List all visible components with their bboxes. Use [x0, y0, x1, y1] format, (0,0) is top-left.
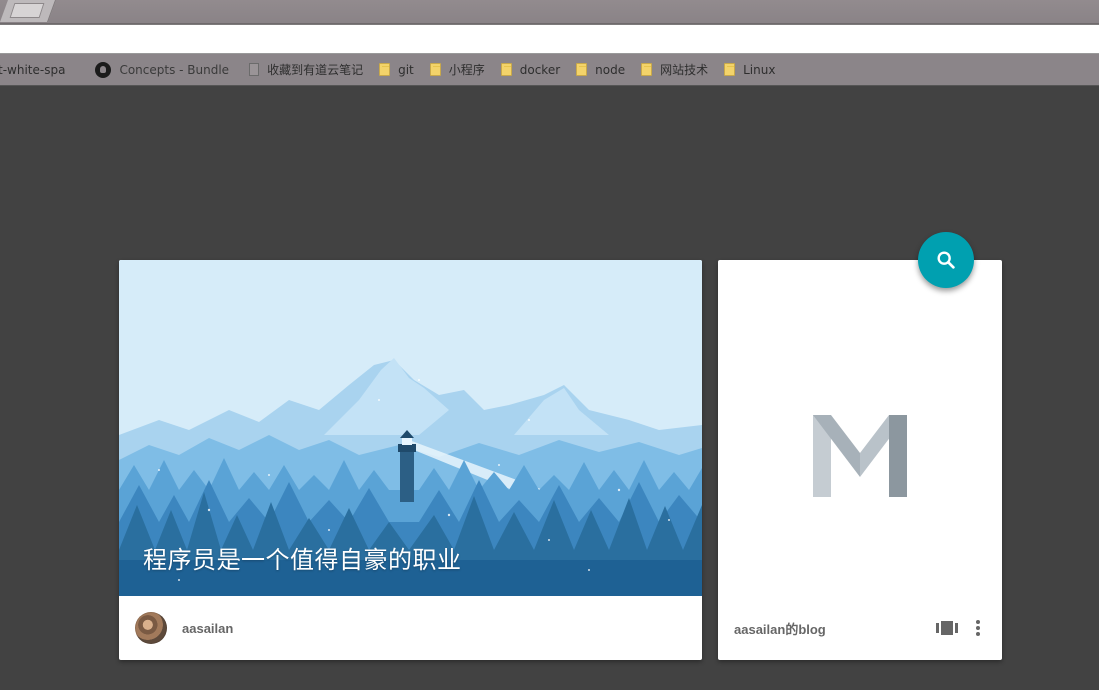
address-bar[interactable]: [0, 24, 1099, 54]
bookmarks-bar: t-white-spa Concepts - Bundle 收藏到有道云笔记 g…: [0, 54, 1099, 86]
folder-icon: [379, 63, 391, 76]
author-name[interactable]: aasailan: [182, 621, 233, 636]
bookmark-item[interactable]: 收藏到有道云笔记: [249, 54, 363, 85]
bookmark-label: Linux: [743, 62, 776, 77]
page-icon: [249, 63, 260, 76]
folder-icon: [576, 63, 588, 76]
bookmark-label: docker: [519, 62, 561, 77]
browser-tabstrip: [0, 0, 1099, 24]
more-vert-icon[interactable]: [970, 618, 986, 638]
blog-info-card: aasailan的blog: [718, 260, 1002, 660]
bookmark-item[interactable]: Linux: [724, 54, 775, 85]
blog-footer: aasailan的blog: [718, 596, 1002, 660]
bookmark-label: 收藏到有道云笔记: [267, 63, 364, 77]
m-logo: [813, 415, 907, 497]
github-icon: [95, 61, 112, 78]
post-card[interactable]: 程序员是一个值得自豪的职业 aasailan: [119, 260, 702, 660]
bookmark-item[interactable]: t-white-spa: [0, 54, 65, 85]
bookmark-item[interactable]: git: [379, 54, 414, 85]
bookmark-item[interactable]: 网站技术: [641, 54, 708, 85]
folder-icon: [641, 63, 653, 76]
post-title[interactable]: 程序员是一个值得自豪的职业: [143, 540, 462, 575]
bookmark-item[interactable]: node: [576, 54, 625, 85]
folder-icon: [724, 63, 736, 76]
post-footer: aasailan: [119, 596, 702, 660]
folder-icon: [500, 63, 512, 76]
bookmark-item[interactable]: docker: [500, 54, 561, 85]
bookmark-item[interactable]: Concepts - Bundle: [95, 54, 229, 85]
search-icon: [937, 251, 955, 269]
bookmark-label: Concepts - Bundle: [119, 62, 230, 77]
post-cover-image[interactable]: 程序员是一个值得自豪的职业: [119, 260, 702, 596]
search-button[interactable]: [918, 232, 974, 288]
avatar[interactable]: [135, 612, 167, 644]
bookmark-label: 小程序: [448, 63, 485, 77]
view-carousel-icon[interactable]: [936, 620, 958, 636]
new-tab-button[interactable]: [9, 3, 45, 18]
bookmark-label: git: [398, 62, 414, 77]
bookmark-item[interactable]: 小程序: [429, 54, 485, 85]
bookmark-label: t-white-spa: [0, 62, 66, 77]
bookmark-label: 网站技术: [660, 63, 709, 77]
bookmark-label: node: [595, 62, 626, 77]
blog-name: aasailan的blog: [734, 621, 826, 637]
folder-icon: [429, 63, 441, 76]
